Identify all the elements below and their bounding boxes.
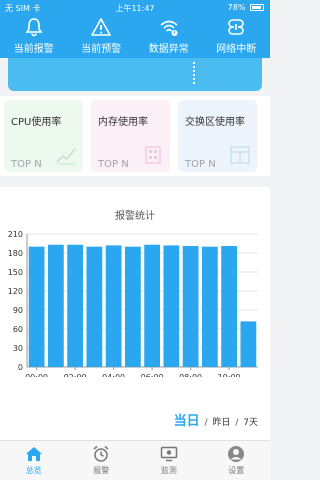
y-tick-label: 0 (18, 363, 23, 372)
data-bar (124, 246, 141, 367)
tab-alarm[interactable]: 报警 (68, 441, 136, 480)
nav-label: 当前预警 (81, 44, 122, 55)
top-nav: 当前报警 当前预警 数据异常 网络中断 (0, 16, 270, 58)
nav-label: 当前报警 (13, 44, 54, 55)
wifi-alert-icon (160, 20, 178, 36)
data-bar (28, 246, 45, 367)
status-bar: 无 SIM 卡 上午11:47 78% (0, 0, 270, 16)
monitor-icon (160, 446, 177, 462)
y-tick-label: 90 (13, 306, 23, 315)
data-bar (221, 246, 238, 367)
home-icon (25, 447, 42, 461)
tab-label: 设置 (228, 466, 245, 475)
battery-percent: 78% (227, 3, 246, 12)
x-tick-label: 02:00 (64, 373, 87, 377)
y-tick-label: 150 (8, 268, 23, 277)
x-tick-label: 04:00 (102, 373, 125, 377)
data-bar (163, 245, 180, 367)
nav-network-break[interactable]: 网络中断 (203, 16, 271, 58)
tab-label: 报警 (93, 466, 110, 475)
data-bar (105, 245, 122, 367)
memory-icon (145, 146, 161, 164)
y-tick-label: 60 (13, 325, 23, 334)
nav-label: 网络中断 (216, 44, 257, 55)
memory-usage-card[interactable]: 内存使用率 TOP N (91, 100, 170, 172)
x-tick-label: 00:00 (25, 373, 48, 377)
range-selector: 当日 / 昨日 / 7天 (174, 410, 258, 429)
data-bar (201, 246, 218, 367)
user-icon (228, 446, 245, 462)
nav-label: 数据异常 (148, 44, 189, 55)
y-tick-label: 210 (8, 230, 23, 239)
data-bar (67, 244, 84, 367)
x-tick-label: 10:00 (218, 373, 241, 377)
range-separator: / (204, 418, 208, 428)
data-bar (86, 246, 103, 367)
battery-area: 78% (228, 3, 264, 12)
swap-usage-card[interactable]: 交换区使用率 TOP N (178, 100, 257, 172)
y-tick-label: 30 (13, 344, 23, 353)
banner (8, 58, 262, 91)
range-separator: / (235, 418, 239, 428)
card-title: CPU使用率 (11, 117, 62, 128)
card-subtitle: TOP N (185, 159, 216, 170)
card-subtitle: TOP N (98, 159, 129, 170)
tab-settings[interactable]: 设置 (203, 441, 271, 480)
nav-current-warning[interactable]: 当前预警 (68, 16, 136, 58)
battery-icon (250, 4, 264, 11)
range-yesterday[interactable]: 昨日 (212, 418, 230, 428)
y-tick-label: 180 (8, 249, 23, 258)
card-subtitle: TOP N (11, 159, 42, 170)
y-tick-label: 120 (8, 287, 23, 296)
chart-title: 报警统计 (115, 211, 155, 222)
data-bar (144, 244, 161, 367)
data-bar (47, 244, 64, 367)
network-break-icon (228, 19, 245, 35)
card-title: 交换区使用率 (185, 117, 245, 128)
range-today[interactable]: 当日 (174, 414, 200, 429)
cpu-usage-card[interactable]: CPU使用率 TOP N (4, 100, 83, 172)
tab-label: 监测 (160, 466, 177, 475)
bell-icon (25, 18, 43, 37)
chart-line-icon (56, 148, 76, 165)
bottom-tab-bar: 总览 报警 监测 设置 (0, 440, 270, 480)
alarm-stats-panel: 报警统计 030609012015018021000:0002:0004:000… (0, 187, 270, 440)
range-7days[interactable]: 7天 (243, 418, 258, 428)
metric-cards: CPU使用率 TOP N 内存使用率 TOP N 交换区使用率 TOP N (0, 96, 270, 176)
tab-monitor[interactable]: 监测 (135, 441, 203, 480)
nav-current-alarm[interactable]: 当前报警 (0, 16, 68, 58)
x-tick-label: 08:00 (179, 373, 202, 377)
alarm-bar-chart: 0 30 60 90 120 150 180 210 00:00 02:00 04:00 06:00 0… (8, 230, 258, 377)
window-icon (230, 146, 250, 164)
data-bar (182, 246, 199, 367)
x-tick-label: 06:00 (141, 373, 164, 377)
tab-overview[interactable]: 总览 (0, 441, 68, 480)
nav-data-anomaly[interactable]: 数据异常 (135, 16, 203, 58)
data-bar (240, 321, 257, 367)
banner-dots (193, 62, 195, 84)
card-title: 内存使用率 (98, 117, 148, 128)
warning-icon (91, 18, 112, 36)
alarm-clock-icon (93, 445, 109, 462)
tab-label: 总览 (25, 466, 42, 475)
